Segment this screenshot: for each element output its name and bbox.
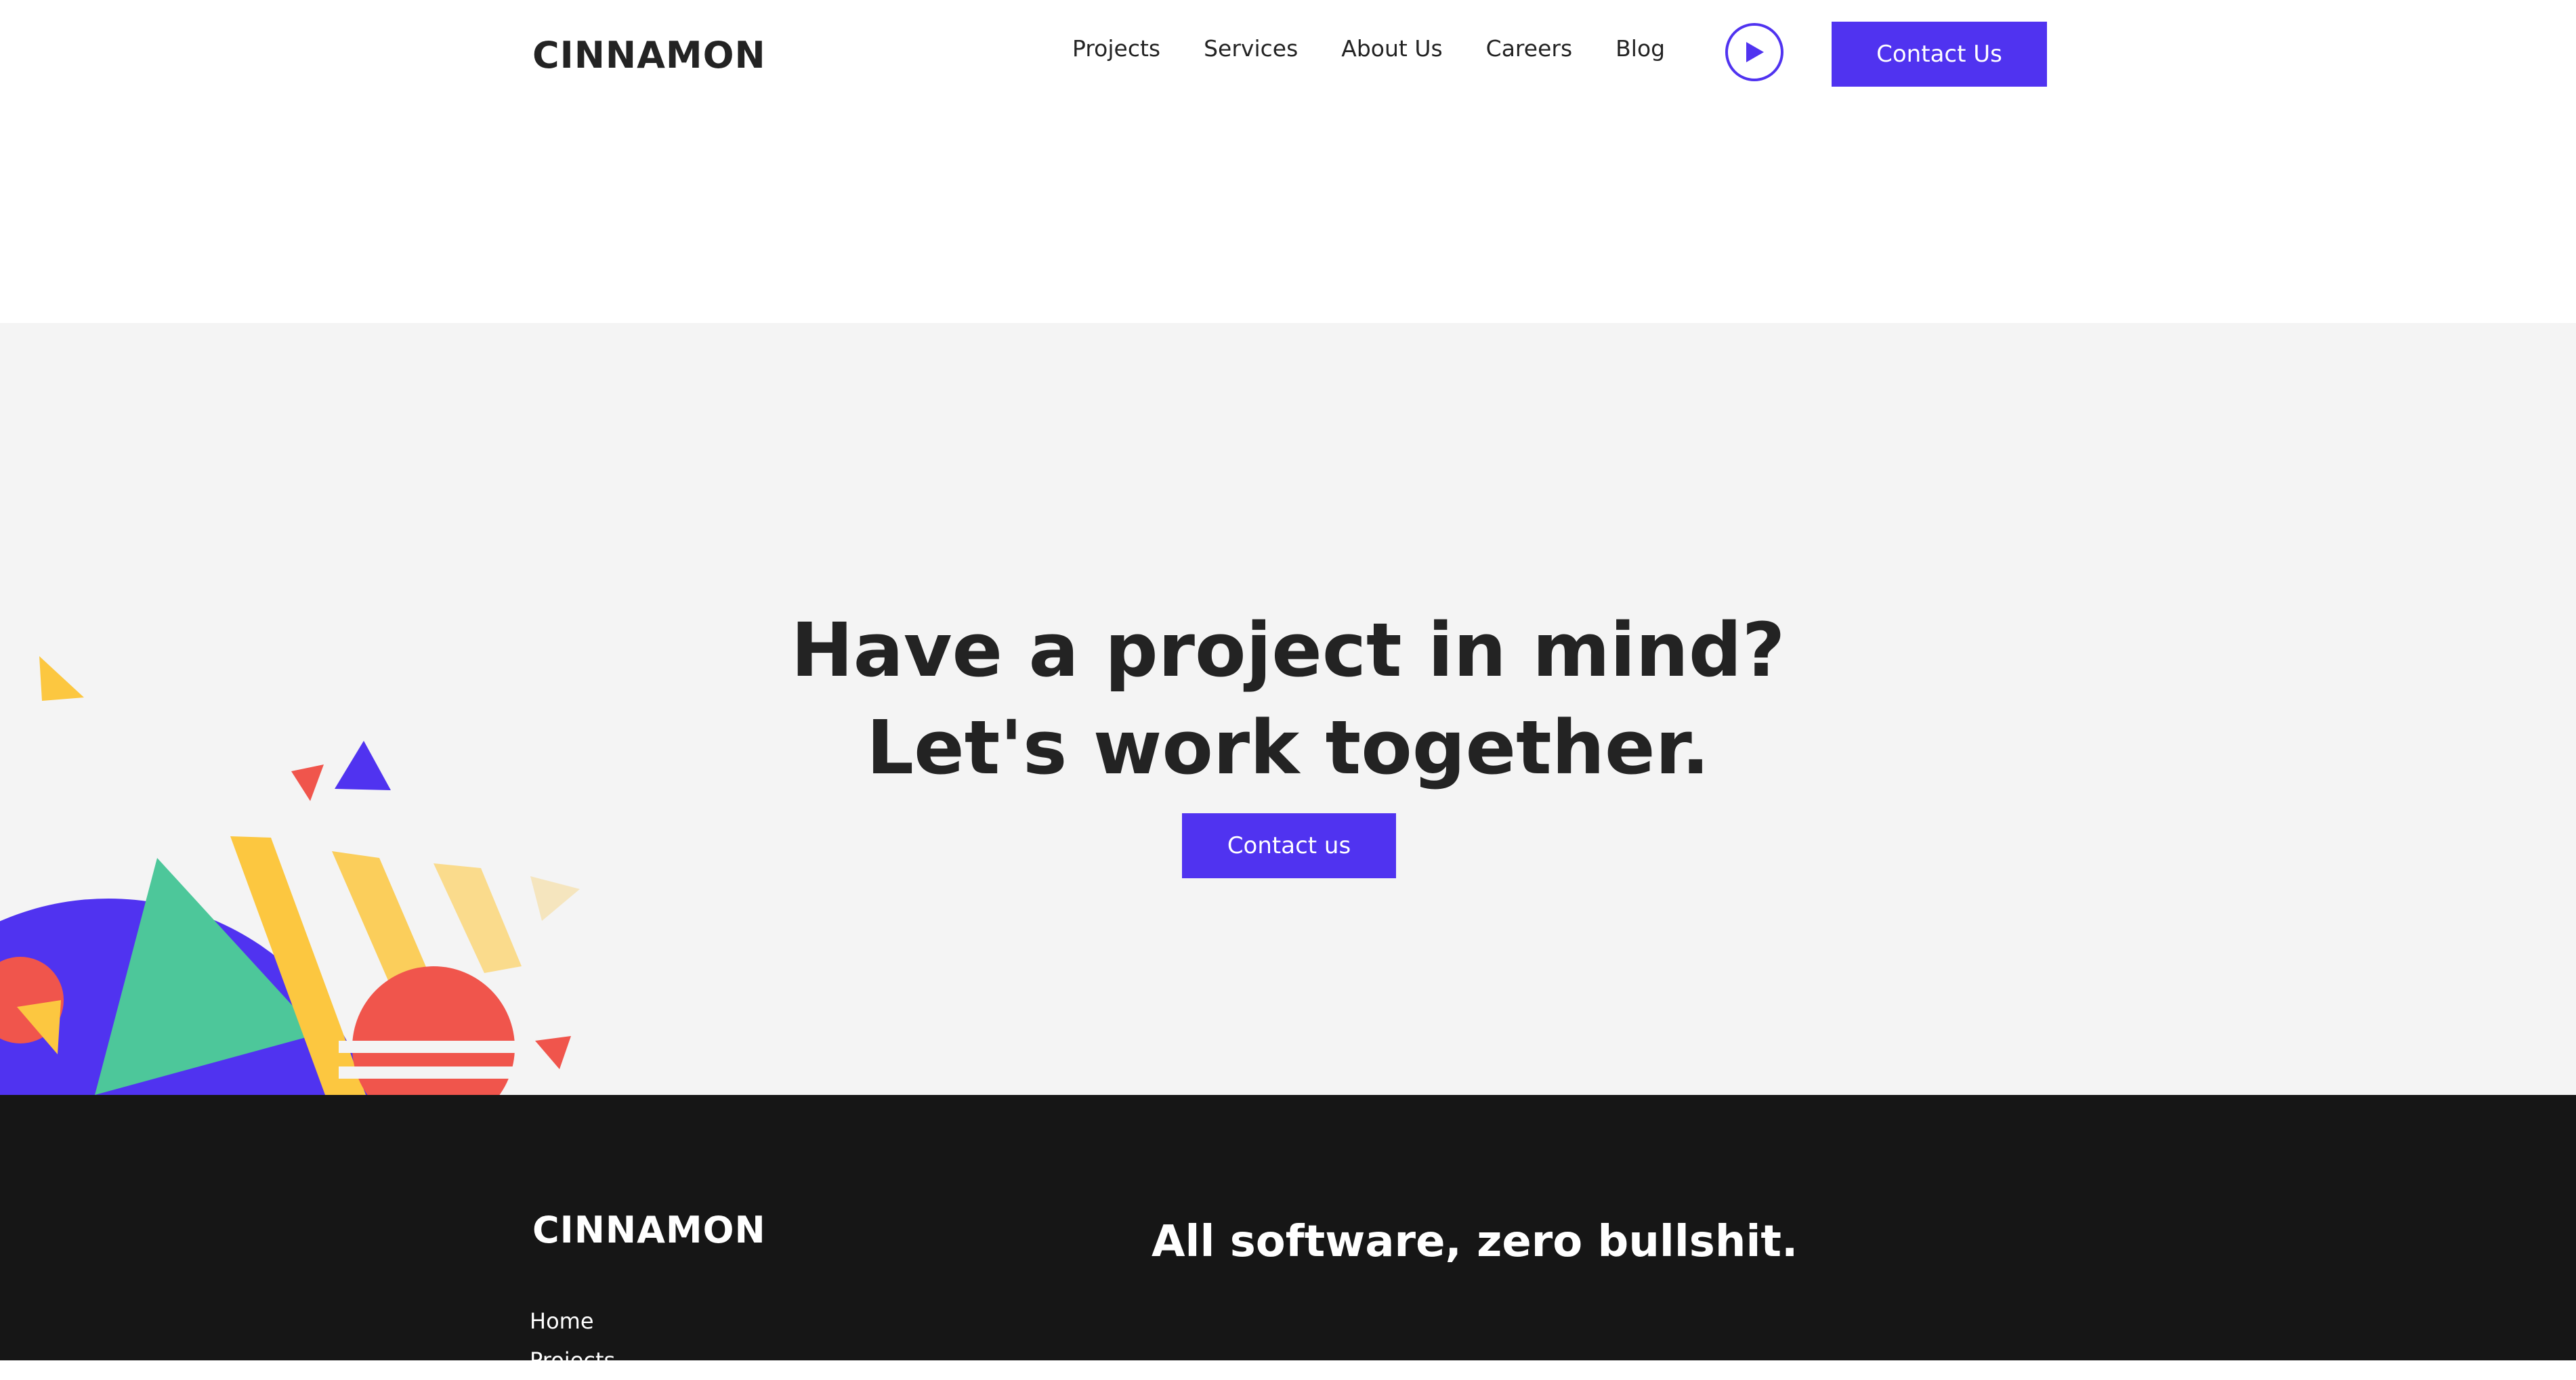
site-header: CINNAMON Projects Services About Us Care…: [0, 0, 2576, 323]
play-icon: [1746, 42, 1764, 62]
site-footer: CINNAMON All software, zero bullshit. Ho…: [0, 1095, 2576, 1373]
nav-item-projects[interactable]: Projects: [1072, 35, 1160, 62]
nav-item-blog[interactable]: Blog: [1616, 35, 1665, 62]
footer-link-home[interactable]: Home: [530, 1301, 615, 1341]
yellow-stripe-shape: [434, 863, 522, 973]
pale-triangle-shape: [530, 876, 580, 921]
header-contact-button[interactable]: Contact Us: [1832, 22, 2047, 87]
stripe-shape: [339, 1041, 528, 1053]
play-video-button[interactable]: [1725, 23, 1783, 81]
nav-item-services[interactable]: Services: [1204, 35, 1298, 62]
footer-link-projects[interactable]: Projects: [530, 1341, 615, 1380]
cta-heading: Have a project in mind? Let's work toget…: [0, 601, 2576, 796]
footer-logo[interactable]: CINNAMON: [532, 1209, 766, 1251]
site-logo[interactable]: CINNAMON: [532, 34, 766, 77]
main-nav: Projects Services About Us Careers Blog: [1072, 35, 1665, 62]
nav-item-careers[interactable]: Careers: [1486, 35, 1572, 62]
footer-links: Home Projects: [530, 1301, 615, 1380]
cta-heading-line1: Have a project in mind?: [790, 607, 1786, 694]
red-triangle-small-shape: [535, 1036, 571, 1069]
contact-us-button[interactable]: Contact us: [1182, 813, 1396, 878]
cta-heading-line2: Let's work together.: [866, 704, 1710, 792]
footer-tagline: All software, zero bullshit.: [1152, 1217, 1798, 1267]
cta-section: Have a project in mind? Let's work toget…: [0, 323, 2576, 1095]
stripe-shape: [339, 1066, 528, 1079]
nav-item-about-us[interactable]: About Us: [1341, 35, 1442, 62]
